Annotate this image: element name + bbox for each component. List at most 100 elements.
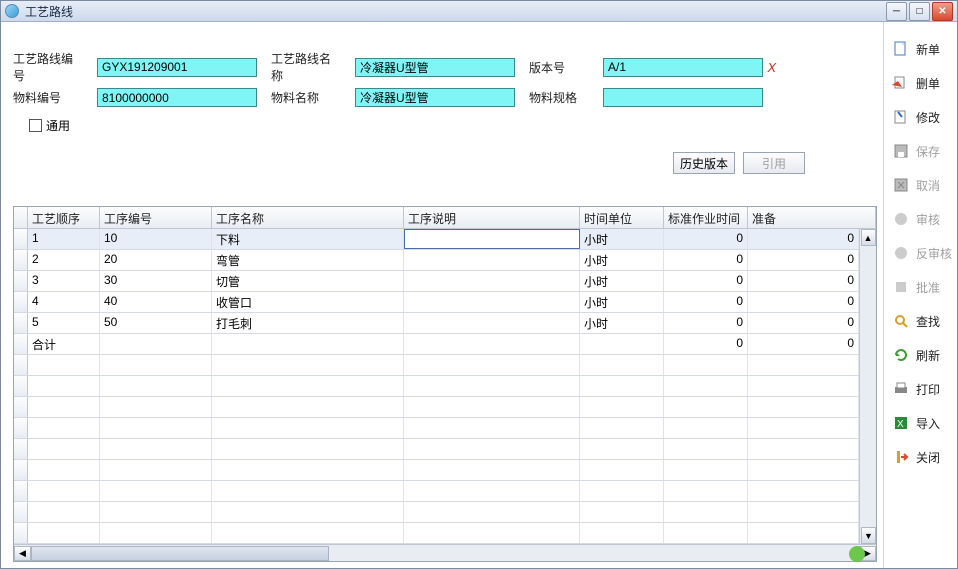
cell[interactable]: 下料 (212, 229, 404, 249)
sidebar-refresh-button[interactable]: 刷新 (884, 338, 957, 372)
sidebar-search-button[interactable]: 查找 (884, 304, 957, 338)
cell[interactable]: 0 (664, 334, 748, 354)
cell[interactable] (28, 355, 100, 375)
cell[interactable] (748, 355, 859, 375)
cell[interactable]: 0 (664, 250, 748, 270)
table-row[interactable] (14, 439, 859, 460)
scroll-up-icon[interactable]: ▲ (861, 229, 876, 246)
cell[interactable] (404, 334, 580, 354)
cell[interactable] (212, 439, 404, 459)
sidebar-new-button[interactable]: 新单 (884, 32, 957, 66)
table-row[interactable] (14, 502, 859, 523)
vertical-scrollbar[interactable]: ▲ ▼ (859, 229, 876, 544)
cell[interactable] (404, 376, 580, 396)
material-no-input[interactable]: 8100000000 (97, 88, 257, 107)
cell[interactable] (404, 355, 580, 375)
cell[interactable]: 0 (664, 313, 748, 333)
sidebar-import-button[interactable]: X导入 (884, 406, 957, 440)
cell[interactable] (580, 460, 664, 480)
cell[interactable] (212, 418, 404, 438)
cell[interactable] (580, 523, 664, 543)
scroll-thumb[interactable] (31, 546, 329, 561)
cell[interactable] (748, 502, 859, 522)
cell[interactable] (100, 460, 212, 480)
cell[interactable]: 弯管 (212, 250, 404, 270)
cell[interactable] (748, 376, 859, 396)
cell[interactable]: 0 (748, 334, 859, 354)
cell[interactable] (404, 229, 580, 249)
cell[interactable] (28, 523, 100, 543)
sidebar-print-button[interactable]: 打印 (884, 372, 957, 406)
cell[interactable]: 收管口 (212, 292, 404, 312)
cell[interactable] (100, 397, 212, 417)
sidebar-cancel-button[interactable]: 取消 (884, 168, 957, 202)
cell[interactable]: 打毛刺 (212, 313, 404, 333)
sidebar-edit-button[interactable]: 修改 (884, 100, 957, 134)
cell[interactable] (404, 271, 580, 291)
cell[interactable] (664, 439, 748, 459)
cell[interactable] (404, 460, 580, 480)
cell[interactable] (28, 418, 100, 438)
cell[interactable] (664, 481, 748, 501)
sidebar-delete-button[interactable]: 删单 (884, 66, 957, 100)
history-button[interactable]: 历史版本 (673, 152, 735, 174)
cell[interactable]: 1 (28, 229, 100, 249)
cell[interactable] (748, 460, 859, 480)
cell[interactable] (404, 502, 580, 522)
cell[interactable] (100, 481, 212, 501)
cell[interactable]: 30 (100, 271, 212, 291)
cell[interactable]: 50 (100, 313, 212, 333)
cell[interactable] (100, 334, 212, 354)
table-row[interactable]: 440收管口小时00 (14, 292, 859, 313)
cell[interactable] (664, 397, 748, 417)
table-row[interactable]: 330切管小时00 (14, 271, 859, 292)
cell[interactable]: 5 (28, 313, 100, 333)
common-checkbox[interactable] (29, 119, 42, 132)
col-name[interactable]: 工序名称 (212, 207, 404, 228)
cell[interactable] (748, 439, 859, 459)
cell[interactable] (580, 502, 664, 522)
version-input[interactable]: A/1X (603, 58, 763, 77)
col-unit[interactable]: 时间单位 (580, 207, 664, 228)
table-row[interactable]: 220弯管小时00 (14, 250, 859, 271)
cell[interactable]: 小时 (580, 250, 664, 270)
cell[interactable] (580, 481, 664, 501)
cell[interactable]: 小时 (580, 313, 664, 333)
cell[interactable]: 20 (100, 250, 212, 270)
horizontal-scrollbar[interactable]: ◀ ▶ (14, 544, 876, 561)
cell[interactable] (580, 376, 664, 396)
table-row[interactable] (14, 397, 859, 418)
material-spec-input[interactable] (603, 88, 763, 107)
cell[interactable] (212, 376, 404, 396)
cell[interactable] (404, 523, 580, 543)
cell[interactable] (404, 313, 580, 333)
cell[interactable] (664, 418, 748, 438)
table-row[interactable]: 110下料小时00 (14, 229, 859, 250)
close-button[interactable]: ✕ (932, 2, 953, 21)
cell[interactable] (580, 439, 664, 459)
col-std[interactable]: 标准作业时间 (664, 207, 748, 228)
cell[interactable]: 10 (100, 229, 212, 249)
cell[interactable]: 小时 (580, 229, 664, 249)
cell[interactable] (664, 523, 748, 543)
table-row[interactable]: 550打毛刺小时00 (14, 313, 859, 334)
sidebar-save-button[interactable]: 保存 (884, 134, 957, 168)
cell[interactable] (28, 397, 100, 417)
cell[interactable] (404, 439, 580, 459)
cell[interactable]: 合计 (28, 334, 100, 354)
cell[interactable] (580, 397, 664, 417)
minimize-button[interactable]: ─ (886, 2, 907, 21)
cell[interactable]: 40 (100, 292, 212, 312)
cell[interactable] (28, 460, 100, 480)
scroll-down-icon[interactable]: ▼ (861, 527, 876, 544)
cell[interactable]: 0 (748, 271, 859, 291)
cell[interactable]: 0 (748, 229, 859, 249)
cell[interactable]: 0 (664, 229, 748, 249)
col-desc[interactable]: 工序说明 (404, 207, 580, 228)
cell[interactable] (748, 418, 859, 438)
cell[interactable] (580, 355, 664, 375)
route-no-input[interactable]: GYX191209001 (97, 58, 257, 77)
cell[interactable] (748, 481, 859, 501)
cell[interactable] (100, 376, 212, 396)
cell[interactable]: 0 (748, 292, 859, 312)
